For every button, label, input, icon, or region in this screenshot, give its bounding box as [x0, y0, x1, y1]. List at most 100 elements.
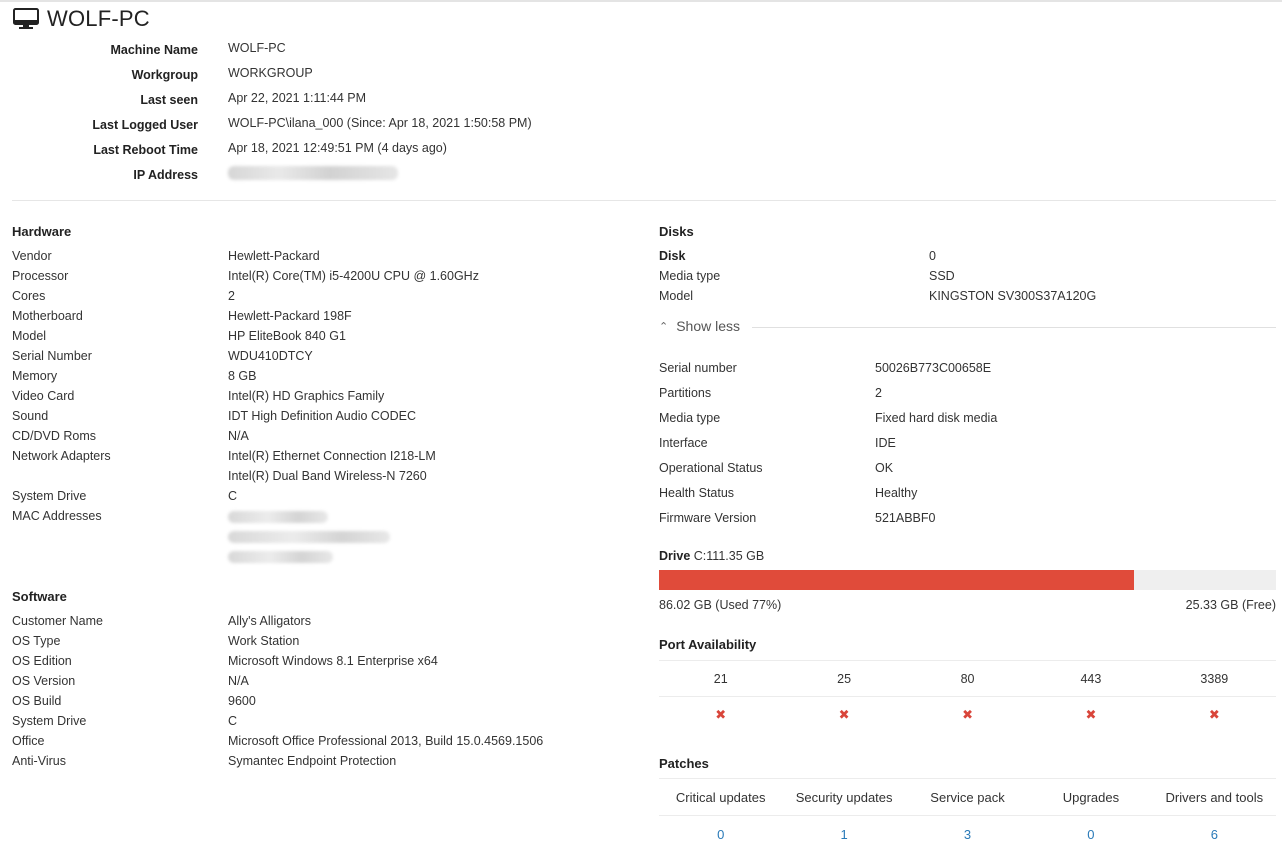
chevron-up-icon: ⌃	[659, 320, 669, 333]
close-icon: ✖	[838, 707, 850, 722]
last-reboot-label: Last Reboot Time	[93, 143, 198, 157]
drive-heading: Drive C:111.35 GB	[659, 549, 764, 563]
disk-detail-label: Interface	[659, 436, 708, 450]
port-number: 3389	[1200, 672, 1229, 686]
drive-size: C:111.35 GB	[693, 549, 765, 563]
software-row-value: N/A	[228, 674, 249, 688]
hardware-row-value: Intel(R) Ethernet Connection I218-LM	[228, 449, 436, 463]
disk-detail-label: Health Status	[659, 486, 735, 500]
disks-title: Disks	[659, 224, 694, 239]
hardware-row-value: 2	[228, 289, 235, 303]
hardware-row-label: Cores	[12, 289, 46, 303]
hardware-row-value: 8 GB	[228, 369, 257, 383]
security-updates-count-link[interactable]: 1	[840, 827, 847, 842]
disk-detail-value: IDE	[875, 436, 896, 450]
patch-category-header: Critical updates	[675, 790, 766, 805]
software-row-value: Microsoft Office Professional 2013, Buil…	[228, 734, 544, 748]
hardware-row-value: Hewlett-Packard 198F	[228, 309, 352, 323]
drive-usage-bar	[659, 570, 1276, 590]
hardware-row-label: Video Card	[12, 389, 75, 403]
summary-section: Machine Name WOLF-PC Workgroup WORKGROUP…	[0, 40, 700, 190]
redacted-mac-address	[228, 531, 390, 543]
patches-header-row: Critical updates Security updates Servic…	[659, 778, 1276, 816]
hardware-row-value: Intel(R) Core(TM) i5-4200U CPU @ 1.60GHz	[228, 269, 479, 283]
show-less-button[interactable]: ⌃ Show less	[659, 318, 740, 334]
show-less-divider	[752, 327, 1276, 328]
service-pack-count-link[interactable]: 3	[964, 827, 971, 842]
machine-name-value: WOLF-PC	[228, 41, 286, 55]
drive-used-text: 86.02 GB (Used 77%)	[659, 598, 782, 612]
hardware-row-label: Motherboard	[12, 309, 83, 323]
software-row-label: System Drive	[12, 714, 87, 728]
close-icon: ✖	[962, 707, 973, 722]
hardware-row-label: Processor	[12, 269, 69, 283]
disk-media-type-label: Media type	[659, 269, 721, 283]
workgroup-value: WORKGROUP	[228, 66, 313, 80]
close-icon: ✖	[715, 707, 727, 722]
drivers-and-tools-count-link[interactable]: 6	[1211, 827, 1218, 842]
patch-category-header: Service pack	[930, 790, 1005, 805]
patch-category-header: Security updates	[795, 790, 893, 805]
disk-detail-value: Healthy	[875, 486, 918, 500]
disk-detail-value: Fixed hard disk media	[875, 411, 998, 425]
disk-media-type-value: SSD	[929, 269, 955, 283]
patch-category-header: Upgrades	[1062, 790, 1120, 805]
summary-row: Last Logged User WOLF-PC\ilana_000 (Sinc…	[0, 115, 700, 140]
monitor-icon	[13, 8, 39, 30]
hardware-title: Hardware	[12, 224, 72, 239]
software-row-value: 9600	[228, 694, 256, 708]
port-status-cell: ✖	[1029, 697, 1152, 735]
software-row-value: C	[228, 714, 238, 728]
ip-address-value	[228, 166, 398, 183]
hardware-row-label: CD/DVD Roms	[12, 429, 97, 443]
port-header-row: 21 25 80 443 3389	[659, 660, 1276, 697]
disk-model-label: Model	[659, 289, 694, 303]
disk-detail-value: 521ABBF0	[875, 511, 936, 525]
ip-address-label: IP Address	[133, 168, 198, 182]
last-reboot-value: Apr 18, 2021 12:49:51 PM (4 days ago)	[228, 141, 447, 155]
hardware-row-value: IDT High Definition Audio CODEC	[228, 409, 417, 423]
software-row-label: Anti-Virus	[12, 754, 66, 768]
upgrades-count-link[interactable]: 0	[1087, 827, 1094, 842]
software-row-label: OS Edition	[12, 654, 72, 668]
software-row-value: Work Station	[228, 634, 300, 648]
summary-row: Machine Name WOLF-PC	[0, 40, 700, 65]
port-status-cell: ✖	[782, 697, 905, 735]
redacted-mac-address	[228, 511, 328, 523]
last-logged-user-value: WOLF-PC\ilana_000 (Since: Apr 18, 2021 1…	[228, 116, 532, 130]
summary-row: IP Address	[0, 165, 700, 190]
patches-table: Critical updates Security updates Servic…	[659, 778, 1276, 851]
port-number: 21	[713, 672, 728, 686]
disk-detail-value: OK	[875, 461, 894, 475]
section-divider	[12, 200, 1276, 201]
disk-label: Disk	[659, 249, 686, 263]
hardware-row-label: Model	[12, 329, 47, 343]
redacted-ip	[228, 166, 398, 180]
port-status-cell: ✖	[659, 697, 782, 735]
software-row-label: OS Type	[12, 634, 61, 648]
hardware-row-label: MAC Addresses	[12, 509, 102, 523]
hardware-row-value: Intel(R) HD Graphics Family	[228, 389, 385, 403]
workgroup-label: Workgroup	[131, 68, 198, 82]
page-header: WOLF-PC	[13, 6, 150, 32]
summary-row: Last seen Apr 22, 2021 1:11:44 PM	[0, 90, 700, 115]
show-less-label: Show less	[676, 318, 741, 334]
hardware-row-label: Network Adapters	[12, 449, 111, 463]
drive-label: Drive	[659, 549, 691, 563]
software-row-label: Customer Name	[12, 614, 103, 628]
hardware-row-label: Serial Number	[12, 349, 92, 363]
software-row-label: Office	[12, 734, 45, 748]
disk-detail-value: 50026B773C00658E	[875, 361, 992, 375]
software-row-label: OS Version	[12, 674, 76, 688]
disk-detail-label: Operational Status	[659, 461, 763, 475]
port-status-row: ✖ ✖ ✖ ✖ ✖	[659, 697, 1276, 735]
port-availability-title: Port Availability	[659, 637, 757, 652]
port-number: 25	[837, 672, 852, 686]
critical-updates-count-link[interactable]: 0	[717, 827, 724, 842]
machine-name-label: Machine Name	[110, 43, 198, 57]
hardware-row-value: N/A	[228, 429, 249, 443]
hardware-row-value: Intel(R) Dual Band Wireless-N 7260	[228, 469, 427, 483]
port-status-cell: ✖	[906, 697, 1029, 735]
hardware-row-label: Vendor	[12, 249, 52, 263]
hardware-row-label: Sound	[12, 409, 49, 423]
